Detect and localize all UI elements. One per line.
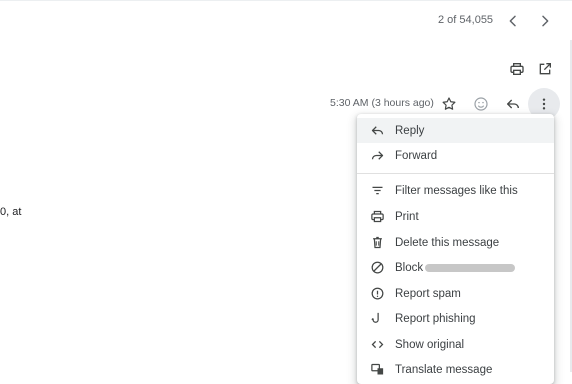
- menu-item-label: Forward: [395, 149, 438, 162]
- message-body-fragment: 0, at: [0, 206, 22, 218]
- pagination-count: 2 of 54,055: [438, 14, 494, 26]
- next-email-button[interactable]: [534, 10, 556, 32]
- menu-item-forward[interactable]: Forward: [357, 143, 554, 168]
- menu-item-label: Report spam: [395, 287, 461, 300]
- menu-item-delete[interactable]: Delete this message: [357, 230, 554, 255]
- menu-item-report-phishing[interactable]: Report phishing: [357, 306, 554, 331]
- chevron-right-icon: [542, 15, 549, 27]
- menu-item-print[interactable]: Print: [357, 204, 554, 229]
- reply-icon: [369, 123, 385, 139]
- previous-email-button[interactable]: [502, 10, 524, 32]
- menu-item-block[interactable]: Block: [357, 255, 554, 280]
- menu-item-reply[interactable]: Reply: [357, 118, 554, 143]
- reply-icon: [507, 99, 519, 109]
- message-time: 5:30 AM (3 hours ago): [330, 97, 434, 109]
- forward-icon: [369, 148, 385, 164]
- menu-item-label: Report phishing: [395, 312, 476, 325]
- menu-item-translate[interactable]: Translate message: [357, 357, 554, 382]
- menu-item-label: Reply: [395, 124, 425, 137]
- code-icon: [369, 337, 385, 353]
- block-icon: [369, 260, 385, 276]
- print-icon: [510, 63, 524, 75]
- menu-item-label: Block: [395, 261, 424, 274]
- menu-item-report-spam[interactable]: Report spam: [357, 281, 554, 306]
- open-in-new-window-icon: [539, 63, 551, 75]
- translate-icon: [369, 362, 385, 378]
- redacted-sender-name: [425, 264, 515, 272]
- menu-item-label: Show original: [395, 338, 465, 351]
- print-all-button[interactable]: [506, 58, 528, 80]
- report-spam-icon: [369, 286, 385, 302]
- star-button[interactable]: [438, 93, 460, 115]
- chevron-left-icon: [509, 15, 516, 27]
- menu-item-label: Filter messages like this: [395, 184, 518, 197]
- top-divider: [0, 0, 572, 1]
- menu-item-show-original[interactable]: Show original: [357, 332, 554, 357]
- message-options-menu: Reply Forward Filter messages like this …: [357, 114, 554, 384]
- menu-item-label: Print: [395, 210, 419, 223]
- emoji-icon: [474, 97, 488, 111]
- menu-item-label: Translate message: [395, 363, 493, 376]
- add-reaction-button[interactable]: [470, 93, 492, 115]
- menu-item-label: Delete this message: [395, 236, 500, 249]
- print-icon: [369, 209, 385, 225]
- filter-icon: [369, 183, 385, 199]
- phishing-hook-icon: [369, 311, 385, 327]
- more-vertical-icon: [542, 98, 546, 110]
- menu-item-filter-messages[interactable]: Filter messages like this: [357, 178, 554, 203]
- star-icon: [442, 97, 456, 110]
- trash-icon: [369, 235, 385, 251]
- reply-button[interactable]: [502, 93, 524, 115]
- open-in-new-window-button[interactable]: [534, 58, 556, 80]
- menu-divider: [357, 173, 554, 174]
